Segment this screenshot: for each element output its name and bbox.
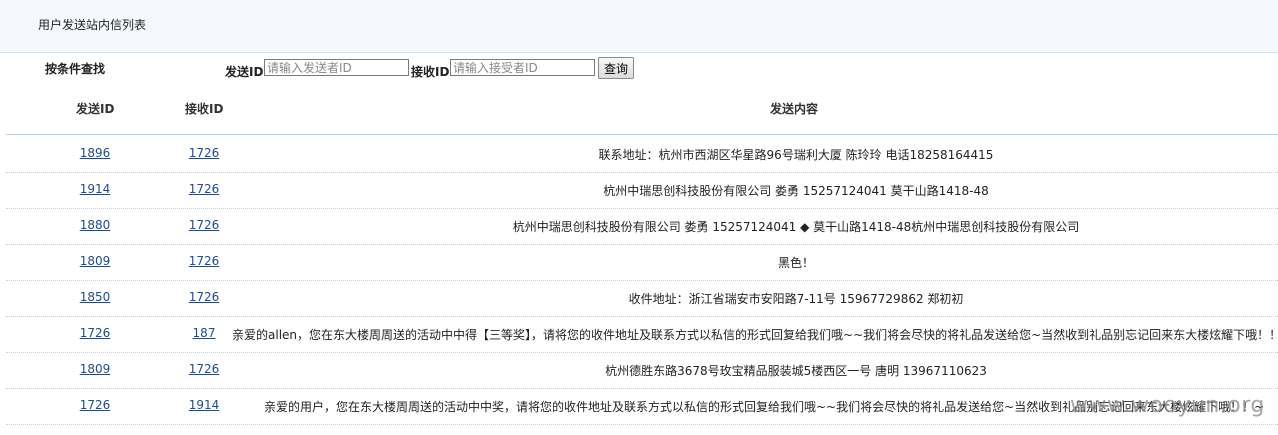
message-content: 杭州德胜东路3678号玫宝精品服装城5楼西区一号 唐明 13967110623 <box>605 364 987 378</box>
page-header: 用户发送站内信列表 <box>0 0 1278 53</box>
receiver-id-link[interactable]: 187 <box>174 326 234 340</box>
sender-id-link[interactable]: 1726 <box>65 398 125 412</box>
column-header-receiver: 接收ID <box>185 102 224 116</box>
table-row: 1809 1726 黑色！ <box>6 244 1278 281</box>
sender-id-link[interactable]: 1809 <box>65 362 125 376</box>
table-row: 1914 1726 杭州中瑞思创科技股份有限公司 娄勇 15257124041 … <box>6 172 1278 209</box>
sender-id-link[interactable]: 1880 <box>65 218 125 232</box>
receiver-id-link[interactable]: 1726 <box>174 362 234 376</box>
watermark: www.wooyun.org <box>1070 393 1265 418</box>
sender-id-link[interactable]: 1809 <box>65 254 125 268</box>
receiver-id-link[interactable]: 1726 <box>174 254 234 268</box>
message-content: 杭州中瑞思创科技股份有限公司 娄勇 15257124041 莫干山路1418-4… <box>603 184 989 198</box>
table-row: 1809 1726 杭州德胜东路3678号玫宝精品服装城5楼西区一号 唐明 13… <box>6 352 1278 389</box>
table-row: 1880 1726 杭州中瑞思创科技股份有限公司 娄勇 15257124041 … <box>6 208 1278 245</box>
receiver-id-link[interactable]: 1914 <box>174 398 234 412</box>
table-row: 1896 1726 联系地址：杭州市西湖区华星路96号瑞利大厦 陈玲玲 电话18… <box>6 136 1278 173</box>
receiver-id-link[interactable]: 1726 <box>174 218 234 232</box>
receiver-id-link[interactable]: 1726 <box>174 182 234 196</box>
message-content: 联系地址：杭州市西湖区华星路96号瑞利大厦 陈玲玲 电话18258164415 <box>598 148 994 162</box>
search-heading: 按条件查找 <box>45 62 106 76</box>
sender-id-link[interactable]: 1850 <box>65 290 125 304</box>
sender-id-link[interactable]: 1726 <box>65 326 125 340</box>
query-button[interactable]: 查询 <box>598 57 634 79</box>
receiver-id-input[interactable] <box>450 59 595 76</box>
receiver-id-link[interactable]: 1726 <box>174 146 234 160</box>
receiver-id-link[interactable]: 1726 <box>174 290 234 304</box>
table-header: 发送ID 接收ID 发送内容 <box>0 94 1278 134</box>
search-bar: 按条件查找 发送ID 接收ID 查询 <box>0 57 1278 82</box>
table-row: 1850 1726 收件地址：浙江省瑞安市安阳路7-11号 1596772986… <box>6 280 1278 317</box>
column-header-content: 发送内容 <box>770 102 819 116</box>
receiver-id-label: 接收ID <box>411 65 450 79</box>
message-content: 杭州中瑞思创科技股份有限公司 娄勇 15257124041 ◆ 莫干山路1418… <box>512 220 1080 234</box>
column-header-sender: 发送ID <box>76 102 115 116</box>
message-content: 亲爱的allen，您在东大楼周周送的活动中中得【三等奖】，请将您的收件地址及联系… <box>232 328 1278 342</box>
sender-id-label: 发送ID <box>225 65 264 79</box>
sender-id-link[interactable]: 1914 <box>65 182 125 196</box>
sender-id-input[interactable] <box>264 59 409 76</box>
table-row: 1726 187 亲爱的allen，您在东大楼周周送的活动中中得【三等奖】，请将… <box>6 316 1278 353</box>
sender-id-link[interactable]: 1896 <box>65 146 125 160</box>
message-content: 收件地址：浙江省瑞安市安阳路7-11号 15967729862 郑初初 <box>628 292 964 306</box>
page-title: 用户发送站内信列表 <box>38 18 147 32</box>
header-divider <box>6 134 1278 135</box>
message-content: 黑色！ <box>777 256 814 270</box>
